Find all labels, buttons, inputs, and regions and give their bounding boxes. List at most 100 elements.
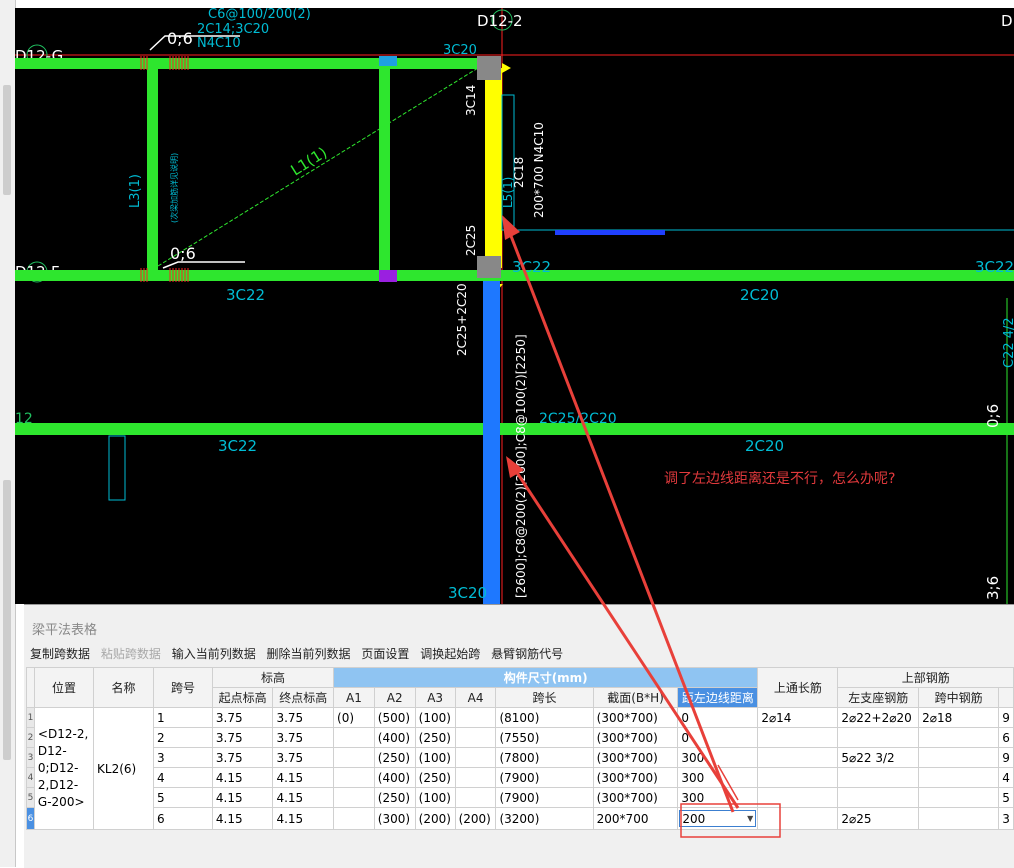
cell-start-elev[interactable]: 4.15 — [211, 767, 274, 788]
cell-mid-span[interactable]: 2⌀18 — [918, 707, 1000, 728]
cell-end-elev[interactable]: 3.75 — [272, 747, 335, 768]
cell-edge[interactable]: 9 — [998, 747, 1014, 768]
cell-span[interactable]: 2 — [153, 727, 213, 748]
cell-left-distance-editing[interactable]: 200 ▼ — [677, 807, 759, 830]
scrollbar-thumb[interactable] — [3, 85, 11, 195]
cell-position[interactable]: <D12-2, D12-0;D12-2,D12-G-200> — [33, 707, 95, 830]
cell-edge[interactable]: 5 — [998, 787, 1014, 808]
cell-end-elev[interactable]: 4.15 — [272, 787, 335, 808]
cell-name[interactable]: KL2(6) — [93, 707, 154, 830]
cell-start-elev[interactable]: 3.75 — [211, 747, 274, 768]
table-row[interactable]: 4 4 4.15 4.15 (400) (250) (7900) (300*70… — [26, 767, 1014, 788]
cell-mid-span[interactable] — [918, 727, 1000, 748]
cell-top-long[interactable] — [757, 747, 839, 768]
cell-edge[interactable]: 4 — [998, 767, 1014, 788]
beam-d12-g[interactable] — [15, 58, 478, 69]
left-distance-dropdown[interactable]: 200 ▼ — [679, 810, 757, 827]
cell-top-long[interactable] — [757, 727, 839, 748]
cell-a2[interactable]: (400) — [373, 767, 416, 788]
cell-section[interactable]: (300*700) — [592, 727, 679, 748]
cell-edge[interactable]: 6 — [998, 727, 1014, 748]
cell-section[interactable]: 200*700 — [592, 807, 679, 830]
beam-yellow-selected[interactable] — [485, 68, 502, 268]
beam-vertical-mid[interactable] — [379, 58, 390, 280]
cell-edge[interactable]: 9 — [998, 707, 1014, 728]
cell-start-elev[interactable]: 4.15 — [211, 807, 274, 830]
cell-a1[interactable] — [333, 767, 375, 788]
cell-a3[interactable]: (100) — [414, 747, 456, 768]
cell-start-elev[interactable]: 3.75 — [211, 727, 274, 748]
dropdown-arrow-icon[interactable]: ▼ — [747, 814, 753, 823]
cell-section[interactable]: (300*700) — [592, 787, 679, 808]
cell-a1[interactable] — [333, 727, 375, 748]
cell-a1[interactable] — [333, 787, 375, 808]
cell-start-elev[interactable]: 4.15 — [211, 787, 274, 808]
cell-left-distance[interactable]: 0 — [677, 707, 759, 728]
cad-drawing-canvas[interactable]: D12-2 D D12-G D12-F 12 C6@100/200(2) 2C1… — [15, 8, 1014, 604]
cell-section[interactable]: (300*700) — [592, 747, 679, 768]
cell-edge[interactable]: 3 — [998, 807, 1014, 830]
cell-span[interactable]: 4 — [153, 767, 213, 788]
cell-span[interactable]: 3 — [153, 747, 213, 768]
paste-span-button[interactable]: 粘贴跨数据 — [101, 647, 161, 661]
cell-top-long[interactable] — [757, 767, 839, 788]
cell-top-long[interactable] — [757, 807, 839, 830]
cell-a2[interactable]: (250) — [373, 787, 416, 808]
cell-span[interactable]: 6 — [153, 807, 213, 830]
cell-top-long[interactable] — [757, 787, 839, 808]
cell-a4[interactable] — [454, 707, 497, 728]
cell-a1[interactable] — [333, 747, 375, 768]
cantilever-code-button[interactable]: 悬臂钢筋代号 — [491, 647, 563, 661]
table-row[interactable]: 1 <D12-2, D12-0;D12-2,D12-G-200> KL2(6) … — [26, 707, 1014, 830]
swap-start-span-button[interactable]: 调换起始跨 — [420, 647, 480, 661]
row-number[interactable]: 3 — [26, 747, 35, 768]
cell-mid-span[interactable] — [918, 767, 1000, 788]
cell-start-elev[interactable]: 3.75 — [211, 707, 274, 728]
cell-left-distance[interactable]: 300 — [677, 767, 759, 788]
table-row[interactable]: 2 2 3.75 3.75 (400) (250) (7550) (300*70… — [26, 727, 1014, 748]
cell-a2[interactable]: (400) — [373, 727, 416, 748]
cell-a3[interactable]: (100) — [414, 707, 456, 728]
row-number[interactable]: 2 — [26, 727, 35, 748]
table-row[interactable]: 3 3 3.75 3.75 (250) (100) (7800) (300*70… — [26, 747, 1014, 768]
delete-column-button[interactable]: 删除当前列数据 — [267, 647, 351, 661]
row-number-current[interactable]: 6 — [26, 807, 35, 830]
cell-mid-span[interactable] — [918, 807, 1000, 830]
cell-end-elev[interactable]: 4.15 — [272, 807, 335, 830]
cell-mid-span[interactable] — [918, 747, 1000, 768]
cell-section[interactable]: (300*700) — [592, 767, 679, 788]
cell-span-length[interactable]: (7900) — [495, 767, 594, 788]
cell-mid-span[interactable] — [918, 787, 1000, 808]
cell-a2[interactable]: (500) — [373, 707, 416, 728]
cell-a4[interactable] — [454, 727, 497, 748]
cell-left-support[interactable] — [837, 787, 920, 808]
cell-span-length[interactable]: (7550) — [495, 727, 594, 748]
cell-a2[interactable]: (250) — [373, 747, 416, 768]
page-setup-button[interactable]: 页面设置 — [361, 647, 409, 661]
scrollbar-thumb-lower[interactable] — [3, 480, 11, 760]
beam-l3[interactable] — [147, 58, 158, 280]
cell-left-support[interactable] — [837, 767, 920, 788]
row-number[interactable]: 1 — [26, 707, 35, 728]
cell-a2[interactable]: (300) — [373, 807, 416, 830]
cell-span-length[interactable]: (7900) — [495, 787, 594, 808]
cell-a1[interactable] — [333, 807, 375, 830]
table-row[interactable]: 5 5 4.15 4.15 (250) (100) (7900) (300*70… — [26, 787, 1014, 808]
cell-left-support[interactable]: 2⌀25 — [837, 807, 920, 830]
beam-kl2-blue[interactable] — [483, 281, 500, 604]
cell-a4[interactable] — [454, 747, 497, 768]
cell-left-distance[interactable]: 300 — [677, 787, 759, 808]
beam-l1-diagonal[interactable] — [157, 67, 479, 267]
cell-a4[interactable]: (200) — [454, 807, 497, 830]
table-row[interactable]: 6 6 4.15 4.15 (300) (200) (200) (3200) 2… — [26, 807, 1014, 830]
cell-end-elev[interactable]: 3.75 — [272, 727, 335, 748]
cell-a4[interactable] — [454, 787, 497, 808]
cell-left-distance[interactable]: 0 — [677, 727, 759, 748]
cell-span-length[interactable]: (3200) — [495, 807, 594, 830]
cell-a3[interactable]: (200) — [414, 807, 456, 830]
header-left-distance[interactable]: 距左边线距离 — [677, 687, 759, 708]
cell-left-support[interactable] — [837, 727, 920, 748]
cell-left-support[interactable]: 2⌀22+2⌀20 — [837, 707, 920, 728]
cell-end-elev[interactable]: 4.15 — [272, 767, 335, 788]
cell-end-elev[interactable]: 3.75 — [272, 707, 335, 728]
